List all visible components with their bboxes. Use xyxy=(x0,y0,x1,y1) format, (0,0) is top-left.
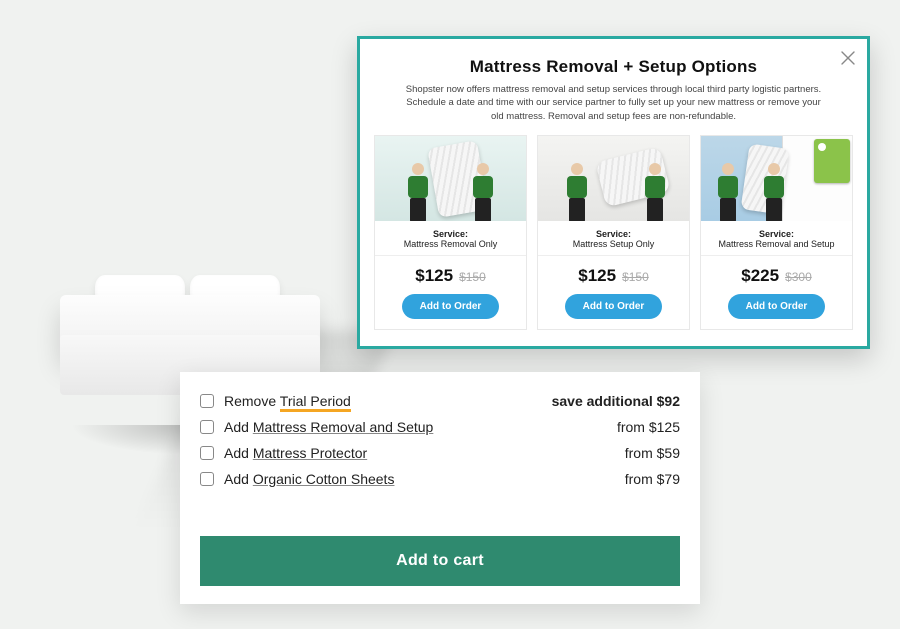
service-original-price: $150 xyxy=(459,270,486,284)
addon-row: Remove Trial Period save additional $92 xyxy=(200,388,680,414)
addon-checkbox[interactable] xyxy=(200,420,214,434)
addon-price: save additional $92 xyxy=(552,393,680,409)
add-to-cart-button[interactable]: Add to cart xyxy=(200,536,680,586)
service-card-setup: Service: Mattress Setup Only $125 $150 A… xyxy=(537,135,690,330)
removal-setup-modal: Mattress Removal + Setup Options Shopste… xyxy=(357,36,870,349)
addon-label[interactable]: Remove Trial Period xyxy=(224,393,351,409)
addons-card: Remove Trial Period save additional $92 Ad… xyxy=(180,372,700,604)
addon-label[interactable]: Add Mattress Removal and Setup xyxy=(224,419,433,435)
service-name: Mattress Removal and Setup xyxy=(718,239,834,249)
service-original-price: $300 xyxy=(785,270,812,284)
add-to-order-button[interactable]: Add to Order xyxy=(728,294,826,319)
service-image xyxy=(701,136,852,221)
service-image xyxy=(375,136,526,221)
modal-subtitle: Shopster now offers mattress removal and… xyxy=(404,83,824,123)
addon-price: from $59 xyxy=(625,445,680,461)
service-image xyxy=(538,136,689,221)
service-price: $125 xyxy=(578,266,616,286)
service-label: Service: xyxy=(705,229,848,239)
addon-checkbox[interactable] xyxy=(200,446,214,460)
addon-price: from $79 xyxy=(625,471,680,487)
service-label: Service: xyxy=(379,229,522,239)
addon-price: from $125 xyxy=(617,419,680,435)
addon-row: Add Organic Cotton Sheets from $79 xyxy=(200,466,680,492)
service-card-removal: Service: Mattress Removal Only $125 $150… xyxy=(374,135,527,330)
addon-label[interactable]: Add Organic Cotton Sheets xyxy=(224,471,394,487)
add-to-order-button[interactable]: Add to Order xyxy=(402,294,500,319)
service-name: Mattress Removal Only xyxy=(404,239,498,249)
service-name: Mattress Setup Only xyxy=(573,239,655,249)
service-price: $125 xyxy=(415,266,453,286)
addon-checkbox[interactable] xyxy=(200,472,214,486)
service-label: Service: xyxy=(542,229,685,239)
addon-label[interactable]: Add Mattress Protector xyxy=(224,445,367,461)
service-options: Service: Mattress Removal Only $125 $150… xyxy=(374,135,853,330)
add-to-order-button[interactable]: Add to Order xyxy=(565,294,663,319)
addon-row: Add Mattress Protector from $59 xyxy=(200,440,680,466)
addon-row: Add Mattress Removal and Setup from $125 xyxy=(200,414,680,440)
service-card-removal-setup: Service: Mattress Removal and Setup $225… xyxy=(700,135,853,330)
service-original-price: $150 xyxy=(622,270,649,284)
addon-checkbox[interactable] xyxy=(200,394,214,408)
service-price: $225 xyxy=(741,266,779,286)
close-icon[interactable] xyxy=(841,51,855,65)
modal-title: Mattress Removal + Setup Options xyxy=(374,57,853,77)
